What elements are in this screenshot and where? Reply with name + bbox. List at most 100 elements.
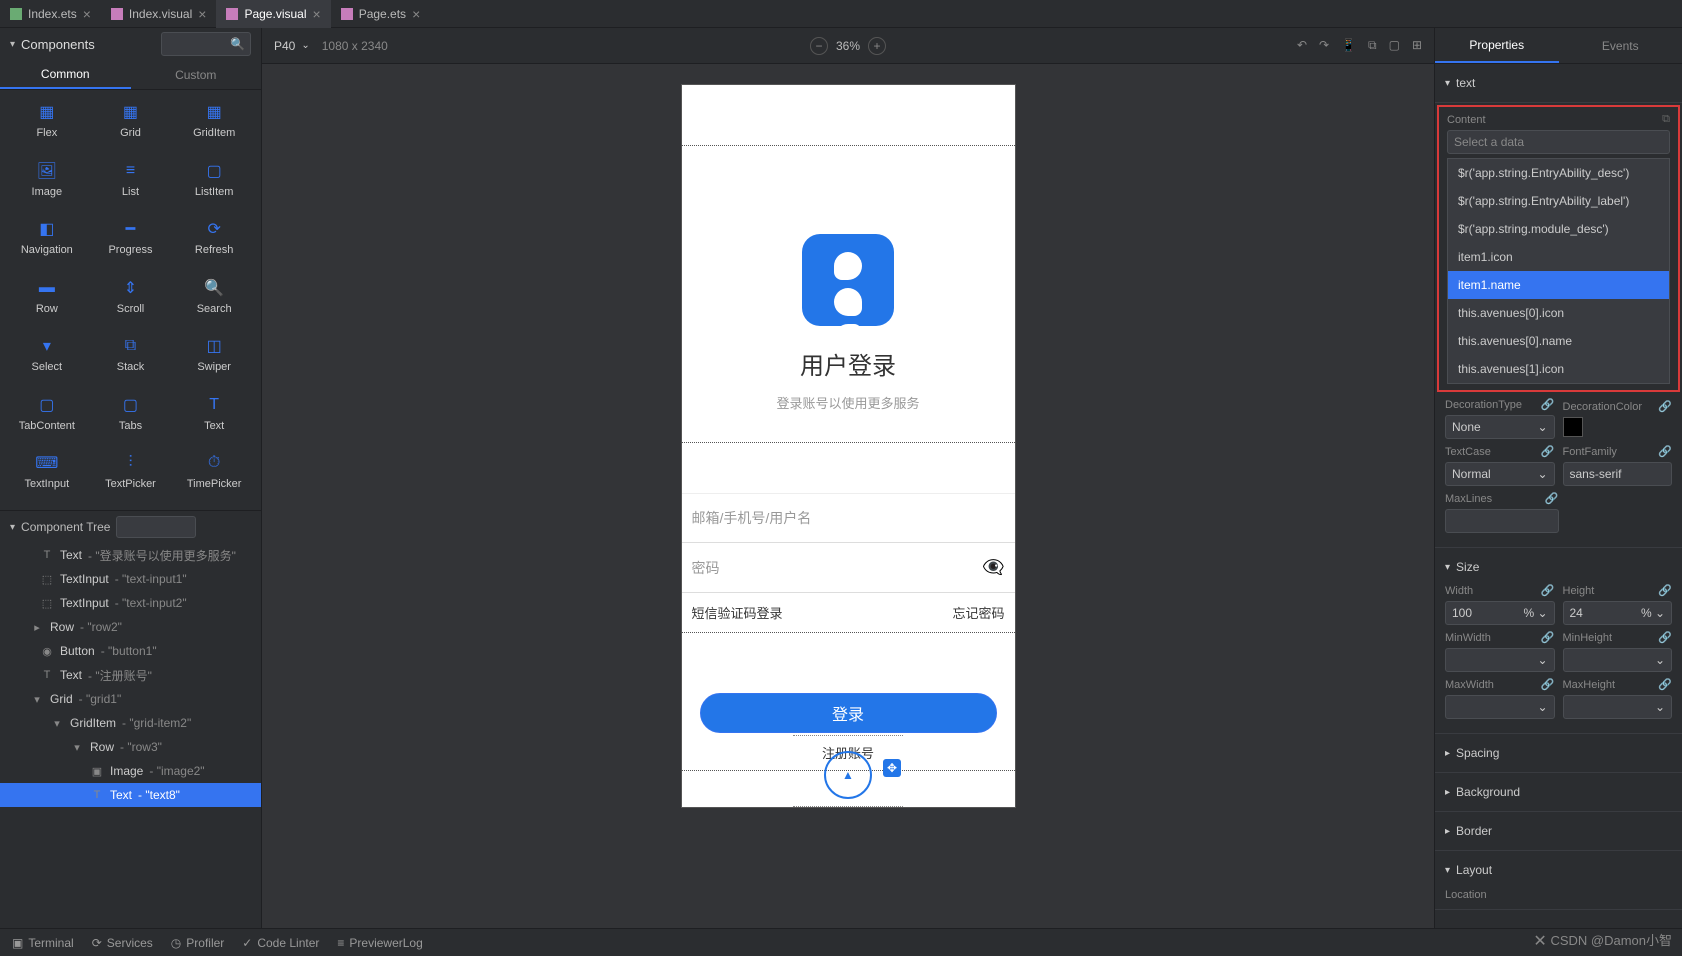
section-text[interactable]: ▾text — [1445, 72, 1672, 94]
link-icon[interactable]: 🔗 — [1658, 445, 1672, 458]
tree-item-text[interactable]: TText- "注册账号" — [0, 663, 261, 687]
email-input[interactable]: 邮箱/手机号/用户名 — [682, 493, 1015, 543]
tree-item-griditem[interactable]: ▾GridItem- "grid-item2" — [0, 711, 261, 735]
move-handle-icon[interactable]: ✥ — [883, 759, 901, 777]
data-option[interactable]: $r('app.string.EntryAbility_label') — [1448, 187, 1669, 215]
maxwidth-input[interactable]: ⌄ — [1445, 695, 1555, 719]
previewerlog-tab[interactable]: ≡PreviewerLog — [337, 936, 422, 950]
tab-page-ets[interactable]: Page.ets× — [331, 0, 431, 28]
link-icon[interactable]: 🔗 — [1545, 492, 1559, 505]
component-row[interactable]: ▬Row — [5, 271, 89, 330]
tree-item-text[interactable]: TText- "登录账号以使用更多服务" — [0, 543, 261, 567]
section-layout[interactable]: ▾Layout — [1445, 859, 1672, 881]
link-icon[interactable]: 🔗 — [1541, 584, 1555, 597]
maxheight-input[interactable]: ⌄ — [1563, 695, 1673, 719]
sms-login-link[interactable]: 短信验证码登录 — [692, 603, 783, 622]
component-stack[interactable]: ⧉Stack — [89, 329, 173, 388]
textcase-select[interactable]: Normal⌄ — [1445, 462, 1555, 486]
link-icon[interactable]: 🔗 — [1658, 631, 1672, 644]
link-icon[interactable]: 🔗 — [1658, 678, 1672, 691]
component-scroll[interactable]: ⇕Scroll — [89, 271, 173, 330]
data-option[interactable]: this.avenues[1].icon — [1448, 355, 1669, 383]
component-grid[interactable]: ▦Grid — [89, 95, 173, 154]
fontfamily-input[interactable]: sans-serif — [1563, 462, 1673, 486]
tree-item-textinput[interactable]: ⬚TextInput- "text-input1" — [0, 567, 261, 591]
profiler-tab[interactable]: ◷Profiler — [171, 936, 225, 950]
component-listitem[interactable]: ▢ListItem — [172, 154, 256, 213]
component-tabs[interactable]: ▢Tabs — [89, 388, 173, 447]
tab-index-visual[interactable]: Index.visual× — [101, 0, 217, 28]
layers-icon[interactable]: ⧉ — [1368, 38, 1377, 53]
tree-item-grid[interactable]: ▾Grid- "grid1" — [0, 687, 261, 711]
forgot-password-link[interactable]: 忘记密码 — [952, 603, 1004, 622]
width-input[interactable]: 100% ⌄ — [1445, 601, 1555, 625]
component-progress[interactable]: ━Progress — [89, 212, 173, 271]
zoom-in-button[interactable]: + — [868, 37, 886, 55]
device-icon[interactable]: 📱 — [1341, 38, 1356, 53]
component-list[interactable]: ≡List — [89, 154, 173, 213]
link-icon[interactable]: 🔗 — [1541, 678, 1555, 691]
link-icon[interactable]: 🔗 — [1541, 631, 1555, 644]
component-griditem[interactable]: ▦GridItem — [172, 95, 256, 154]
component-timepicker[interactable]: ⏱TimePicker — [172, 446, 256, 505]
data-option[interactable]: this.avenues[0].name — [1448, 327, 1669, 355]
services-tab[interactable]: ⟳Services — [92, 936, 153, 950]
tab-events[interactable]: Events — [1559, 28, 1682, 63]
data-option[interactable]: $r('app.string.module_desc') — [1448, 215, 1669, 243]
minwidth-input[interactable]: ⌄ — [1445, 648, 1555, 672]
tab-properties[interactable]: Properties — [1435, 28, 1559, 63]
component-refresh[interactable]: ⟳Refresh — [172, 212, 256, 271]
minheight-input[interactable]: ⌄ — [1563, 648, 1673, 672]
tree-item-text[interactable]: TText- "text8" — [0, 783, 261, 807]
section-background[interactable]: ▸Background — [1445, 781, 1672, 803]
tree-item-button[interactable]: ◉Button- "button1" — [0, 639, 261, 663]
data-option[interactable]: $r('app.string.EntryAbility_desc') — [1448, 159, 1669, 187]
subtab-common[interactable]: Common — [0, 60, 131, 89]
undo-icon[interactable]: ↶ — [1297, 38, 1307, 53]
tree-item-image[interactable]: ▣Image- "image2" — [0, 759, 261, 783]
terminal-tab[interactable]: ▣Terminal — [12, 936, 74, 950]
copy-icon[interactable]: ⧉ — [1662, 113, 1670, 126]
data-option[interactable]: item1.icon — [1448, 243, 1669, 271]
codelinter-tab[interactable]: ✓Code Linter — [242, 936, 319, 950]
component-search[interactable]: 🔍Search — [172, 271, 256, 330]
tree-item-textinput[interactable]: ⬚TextInput- "text-input2" — [0, 591, 261, 615]
component-navigation[interactable]: ◧Navigation — [5, 212, 89, 271]
data-option[interactable]: this.avenues[0].icon — [1448, 299, 1669, 327]
link-icon[interactable]: 🔗 — [1658, 400, 1672, 413]
component-tabcontent[interactable]: ▢TabContent — [5, 388, 89, 447]
tab-page-visual[interactable]: Page.visual× — [216, 0, 330, 28]
tab-index-ets[interactable]: Index.ets× — [0, 0, 101, 28]
eye-off-icon[interactable]: 👁‍🗨 — [982, 557, 1004, 578]
avenue-icon[interactable]: ▲ — [824, 751, 872, 799]
decorationtype-select[interactable]: None⌄ — [1445, 415, 1555, 439]
tree-search[interactable] — [116, 516, 196, 538]
section-spacing[interactable]: ▸Spacing — [1445, 742, 1672, 764]
component-textpicker[interactable]: ⫶TextPicker — [89, 446, 173, 505]
components-header[interactable]: ▾ Components 🔍 — [0, 28, 261, 60]
phone-preview[interactable]: 用户登录 登录账号以使用更多服务 邮箱/手机号/用户名 密码 👁‍🗨 短信验证码… — [681, 84, 1016, 808]
tree-item-row[interactable]: ▸Row- "row2" — [0, 615, 261, 639]
redo-icon[interactable]: ↷ — [1319, 38, 1329, 53]
canvas[interactable]: 用户登录 登录账号以使用更多服务 邮箱/手机号/用户名 密码 👁‍🗨 短信验证码… — [262, 64, 1434, 928]
component-image[interactable]: 🖼Image — [5, 154, 89, 213]
decorationcolor-swatch[interactable] — [1563, 417, 1583, 437]
maxlines-input[interactable] — [1445, 509, 1559, 533]
login-button[interactable]: 登录 — [700, 693, 997, 733]
tree-item-row[interactable]: ▾Row- "row3" — [0, 735, 261, 759]
link-icon[interactable]: 🔗 — [1541, 398, 1555, 411]
zoom-out-button[interactable]: − — [810, 37, 828, 55]
frame-icon[interactable]: ▢ — [1389, 38, 1400, 53]
component-flex[interactable]: ▦Flex — [5, 95, 89, 154]
link-icon[interactable]: 🔗 — [1541, 445, 1555, 458]
component-swiper[interactable]: ◫Swiper — [172, 329, 256, 388]
link-icon[interactable]: 🔗 — [1658, 584, 1672, 597]
component-select[interactable]: ▾Select — [5, 329, 89, 388]
height-input[interactable]: 24% ⌄ — [1563, 601, 1673, 625]
subtab-custom[interactable]: Custom — [131, 60, 262, 89]
content-select[interactable]: Select a data — [1447, 130, 1670, 154]
section-size[interactable]: ▾Size — [1445, 556, 1672, 578]
components-search[interactable]: 🔍 — [161, 32, 251, 56]
tree-header[interactable]: ▾ Component Tree — [0, 511, 261, 543]
section-border[interactable]: ▸Border — [1445, 820, 1672, 842]
